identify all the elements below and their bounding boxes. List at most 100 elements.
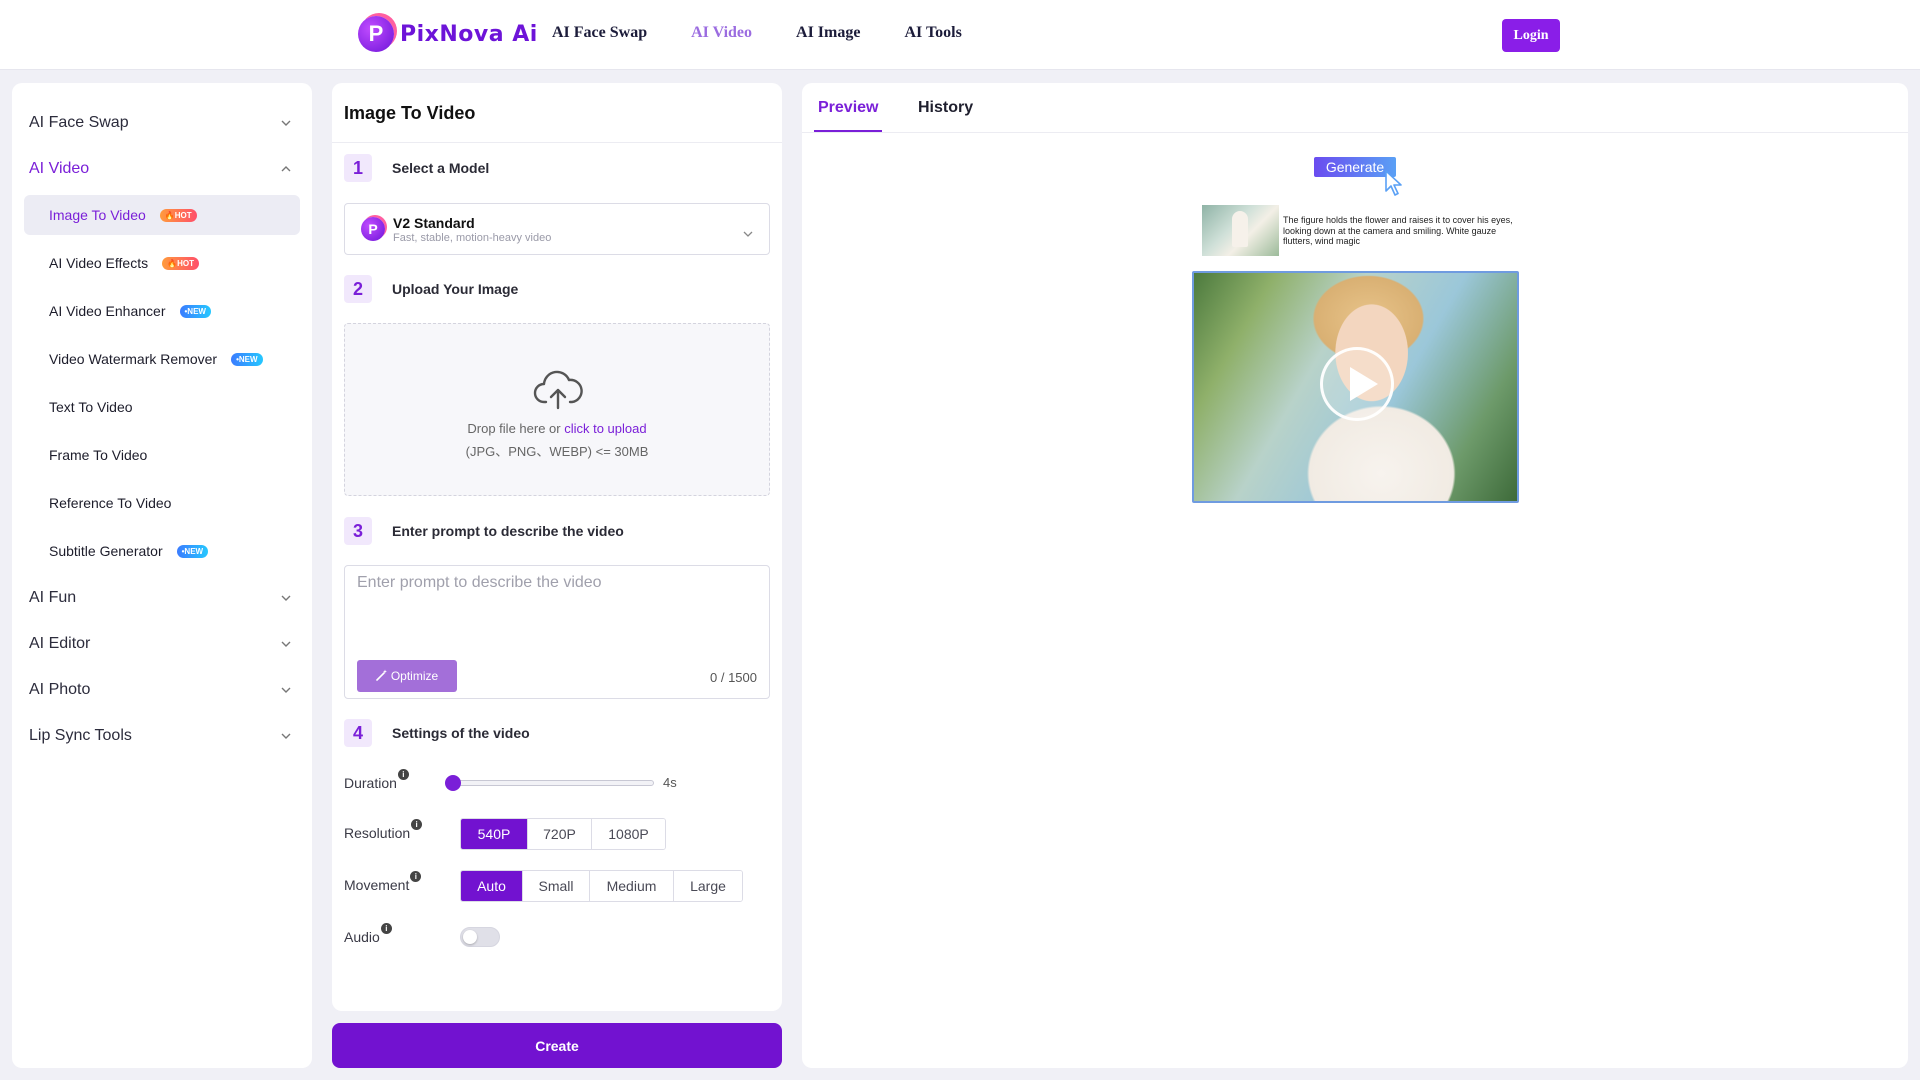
main-nav: AI Face Swap AI Video AI Image AI Tools <box>552 24 962 42</box>
step-label: Select a Model <box>392 160 490 176</box>
info-icon[interactable]: i <box>380 923 392 934</box>
nav-ai-tools[interactable]: AI Tools <box>904 24 961 42</box>
movement-option-large[interactable]: Large <box>674 871 742 901</box>
model-description: Fast, stable, motion-heavy video <box>393 231 552 244</box>
sidebar-item-label: AI Video Effects <box>49 255 149 271</box>
optimize-button[interactable]: Optimize <box>357 660 457 692</box>
duration-slider-handle[interactable] <box>445 775 461 791</box>
sidebar-item-label: Text To Video <box>49 399 133 415</box>
new-badge: •NEW <box>231 352 263 366</box>
logo-mark-icon: P <box>358 16 394 52</box>
image-to-video-form: Image To Video 1 Select a Model P V2 Sta… <box>332 83 782 1011</box>
sidebar-category-label: AI Video <box>29 160 90 177</box>
audio-label: Audio <box>344 929 380 945</box>
new-badge: •NEW <box>176 544 209 558</box>
optimize-label: Optimize <box>390 669 439 683</box>
duration-slider-track[interactable] <box>450 780 654 786</box>
sidebar-item-label: Subtitle Generator <box>49 543 163 559</box>
prompt-box: Optimize 0 / 1500 <box>344 565 770 699</box>
step-select-model: 1 Select a Model <box>344 154 489 182</box>
upload-prefix-text: Drop file here or <box>467 421 565 436</box>
info-icon[interactable]: i <box>410 871 422 882</box>
step-number: 3 <box>344 517 372 545</box>
pixnova-logo[interactable]: P PixNova Ai <box>358 14 538 54</box>
sidebar-category-label: AI Face Swap <box>29 114 129 131</box>
audio-toggle[interactable] <box>460 927 500 947</box>
info-icon[interactable]: i <box>411 819 423 830</box>
magic-wand-icon <box>376 669 388 684</box>
cursor-pointer-icon <box>1384 169 1406 202</box>
sidebar-category-ai-face-swap[interactable]: AI Face Swap <box>29 108 295 138</box>
chevron-down-icon <box>281 118 291 128</box>
upload-format-hint: (JPG、PNG、WEBP) <= 30MB <box>465 444 649 459</box>
step-upload-image: 2 Upload Your Image <box>344 275 518 303</box>
movement-option-small[interactable]: Small <box>523 871 590 901</box>
sidebar-item-label: AI Video Enhancer <box>49 303 166 319</box>
sidebar: AI Face Swap AI Video Image To Video 🔥HO… <box>12 83 312 1068</box>
tab-history[interactable]: History <box>918 99 973 117</box>
form-divider <box>332 142 782 143</box>
sidebar-category-ai-fun[interactable]: AI Fun <box>29 583 295 613</box>
nav-ai-video[interactable]: AI Video <box>691 24 752 42</box>
sidebar-item-label: Image To Video <box>49 207 146 223</box>
info-icon[interactable]: i <box>397 769 409 780</box>
resolution-option-540p[interactable]: 540P <box>461 819 528 849</box>
sidebar-item-frame-to-video[interactable]: Frame To Video <box>24 435 300 475</box>
chevron-down-icon <box>281 685 291 695</box>
character-count: 0 / 1500 <box>710 670 757 685</box>
image-upload-dropzone[interactable]: Drop file here or click to upload (JPG、P… <box>344 323 770 496</box>
sidebar-item-label: Reference To Video <box>49 495 172 511</box>
movement-option-medium[interactable]: Medium <box>590 871 674 901</box>
chevron-down-icon <box>281 639 291 649</box>
login-button[interactable]: Login <box>1502 19 1560 52</box>
step-enter-prompt: 3 Enter prompt to describe the video <box>344 517 624 545</box>
hot-badge: 🔥HOT <box>159 208 197 222</box>
click-to-upload-link[interactable]: click to upload <box>564 421 646 436</box>
create-button[interactable]: Create <box>332 1023 782 1068</box>
tab-preview[interactable]: Preview <box>818 99 878 117</box>
prompt-input[interactable] <box>357 574 757 654</box>
movement-setting: Movement i <box>344 871 422 893</box>
cloud-upload-icon <box>533 368 583 415</box>
model-name: V2 Standard <box>393 214 475 231</box>
resolution-label: Resolution <box>344 825 411 841</box>
sidebar-item-label: Video Watermark Remover <box>49 351 218 367</box>
new-badge: •NEW <box>179 304 211 318</box>
sidebar-category-ai-photo[interactable]: AI Photo <box>29 675 295 705</box>
movement-selector: Auto Small Medium Large <box>460 870 743 902</box>
step-number: 2 <box>344 275 372 303</box>
sidebar-item-text-to-video[interactable]: Text To Video <box>24 387 300 427</box>
step-number: 4 <box>344 719 372 747</box>
sidebar-item-ai-video-enhancer[interactable]: AI Video Enhancer •NEW <box>24 291 300 331</box>
sidebar-category-ai-video[interactable]: AI Video <box>29 154 295 184</box>
demo-video-preview[interactable] <box>1192 271 1519 503</box>
model-select[interactable]: P V2 Standard Fast, stable, motion-heavy… <box>344 203 770 255</box>
movement-label: Movement <box>344 877 410 893</box>
hot-badge: 🔥HOT <box>162 256 199 270</box>
step-label: Enter prompt to describe the video <box>392 523 624 539</box>
sidebar-category-lip-sync-tools[interactable]: Lip Sync Tools <box>29 721 295 751</box>
model-info: V2 Standard Fast, stable, motion-heavy v… <box>393 215 551 244</box>
top-navigation-bar: P PixNova Ai AI Face Swap AI Video AI Im… <box>0 0 1920 70</box>
resolution-option-1080p[interactable]: 1080P <box>592 819 665 849</box>
nav-ai-face-swap[interactable]: AI Face Swap <box>552 24 647 42</box>
sidebar-item-image-to-video[interactable]: Image To Video 🔥HOT <box>24 195 300 235</box>
model-logo-icon: P <box>361 217 385 241</box>
nav-ai-image[interactable]: AI Image <box>796 24 860 42</box>
sidebar-category-ai-editor[interactable]: AI Editor <box>29 629 295 659</box>
resolution-option-720p[interactable]: 720P <box>528 819 592 849</box>
play-icon[interactable] <box>1320 347 1394 421</box>
sidebar-item-video-watermark-remover[interactable]: Video Watermark Remover •NEW <box>24 339 300 379</box>
tabs-divider <box>802 132 1908 133</box>
sidebar-item-reference-to-video[interactable]: Reference To Video <box>24 483 300 523</box>
preview-panel: Preview History Generate The figure hold… <box>802 83 1908 1068</box>
sidebar-item-subtitle-generator[interactable]: Subtitle Generator •NEW <box>24 531 300 571</box>
resolution-setting: Resolution i <box>344 819 423 841</box>
movement-option-auto[interactable]: Auto <box>461 871 523 901</box>
duration-value: 4s <box>663 775 677 790</box>
sidebar-item-ai-video-effects[interactable]: AI Video Effects 🔥HOT <box>24 243 300 283</box>
toggle-knob <box>463 930 477 944</box>
step-number: 1 <box>344 154 372 182</box>
form-title: Image To Video <box>344 103 476 123</box>
step-label: Upload Your Image <box>392 281 519 297</box>
